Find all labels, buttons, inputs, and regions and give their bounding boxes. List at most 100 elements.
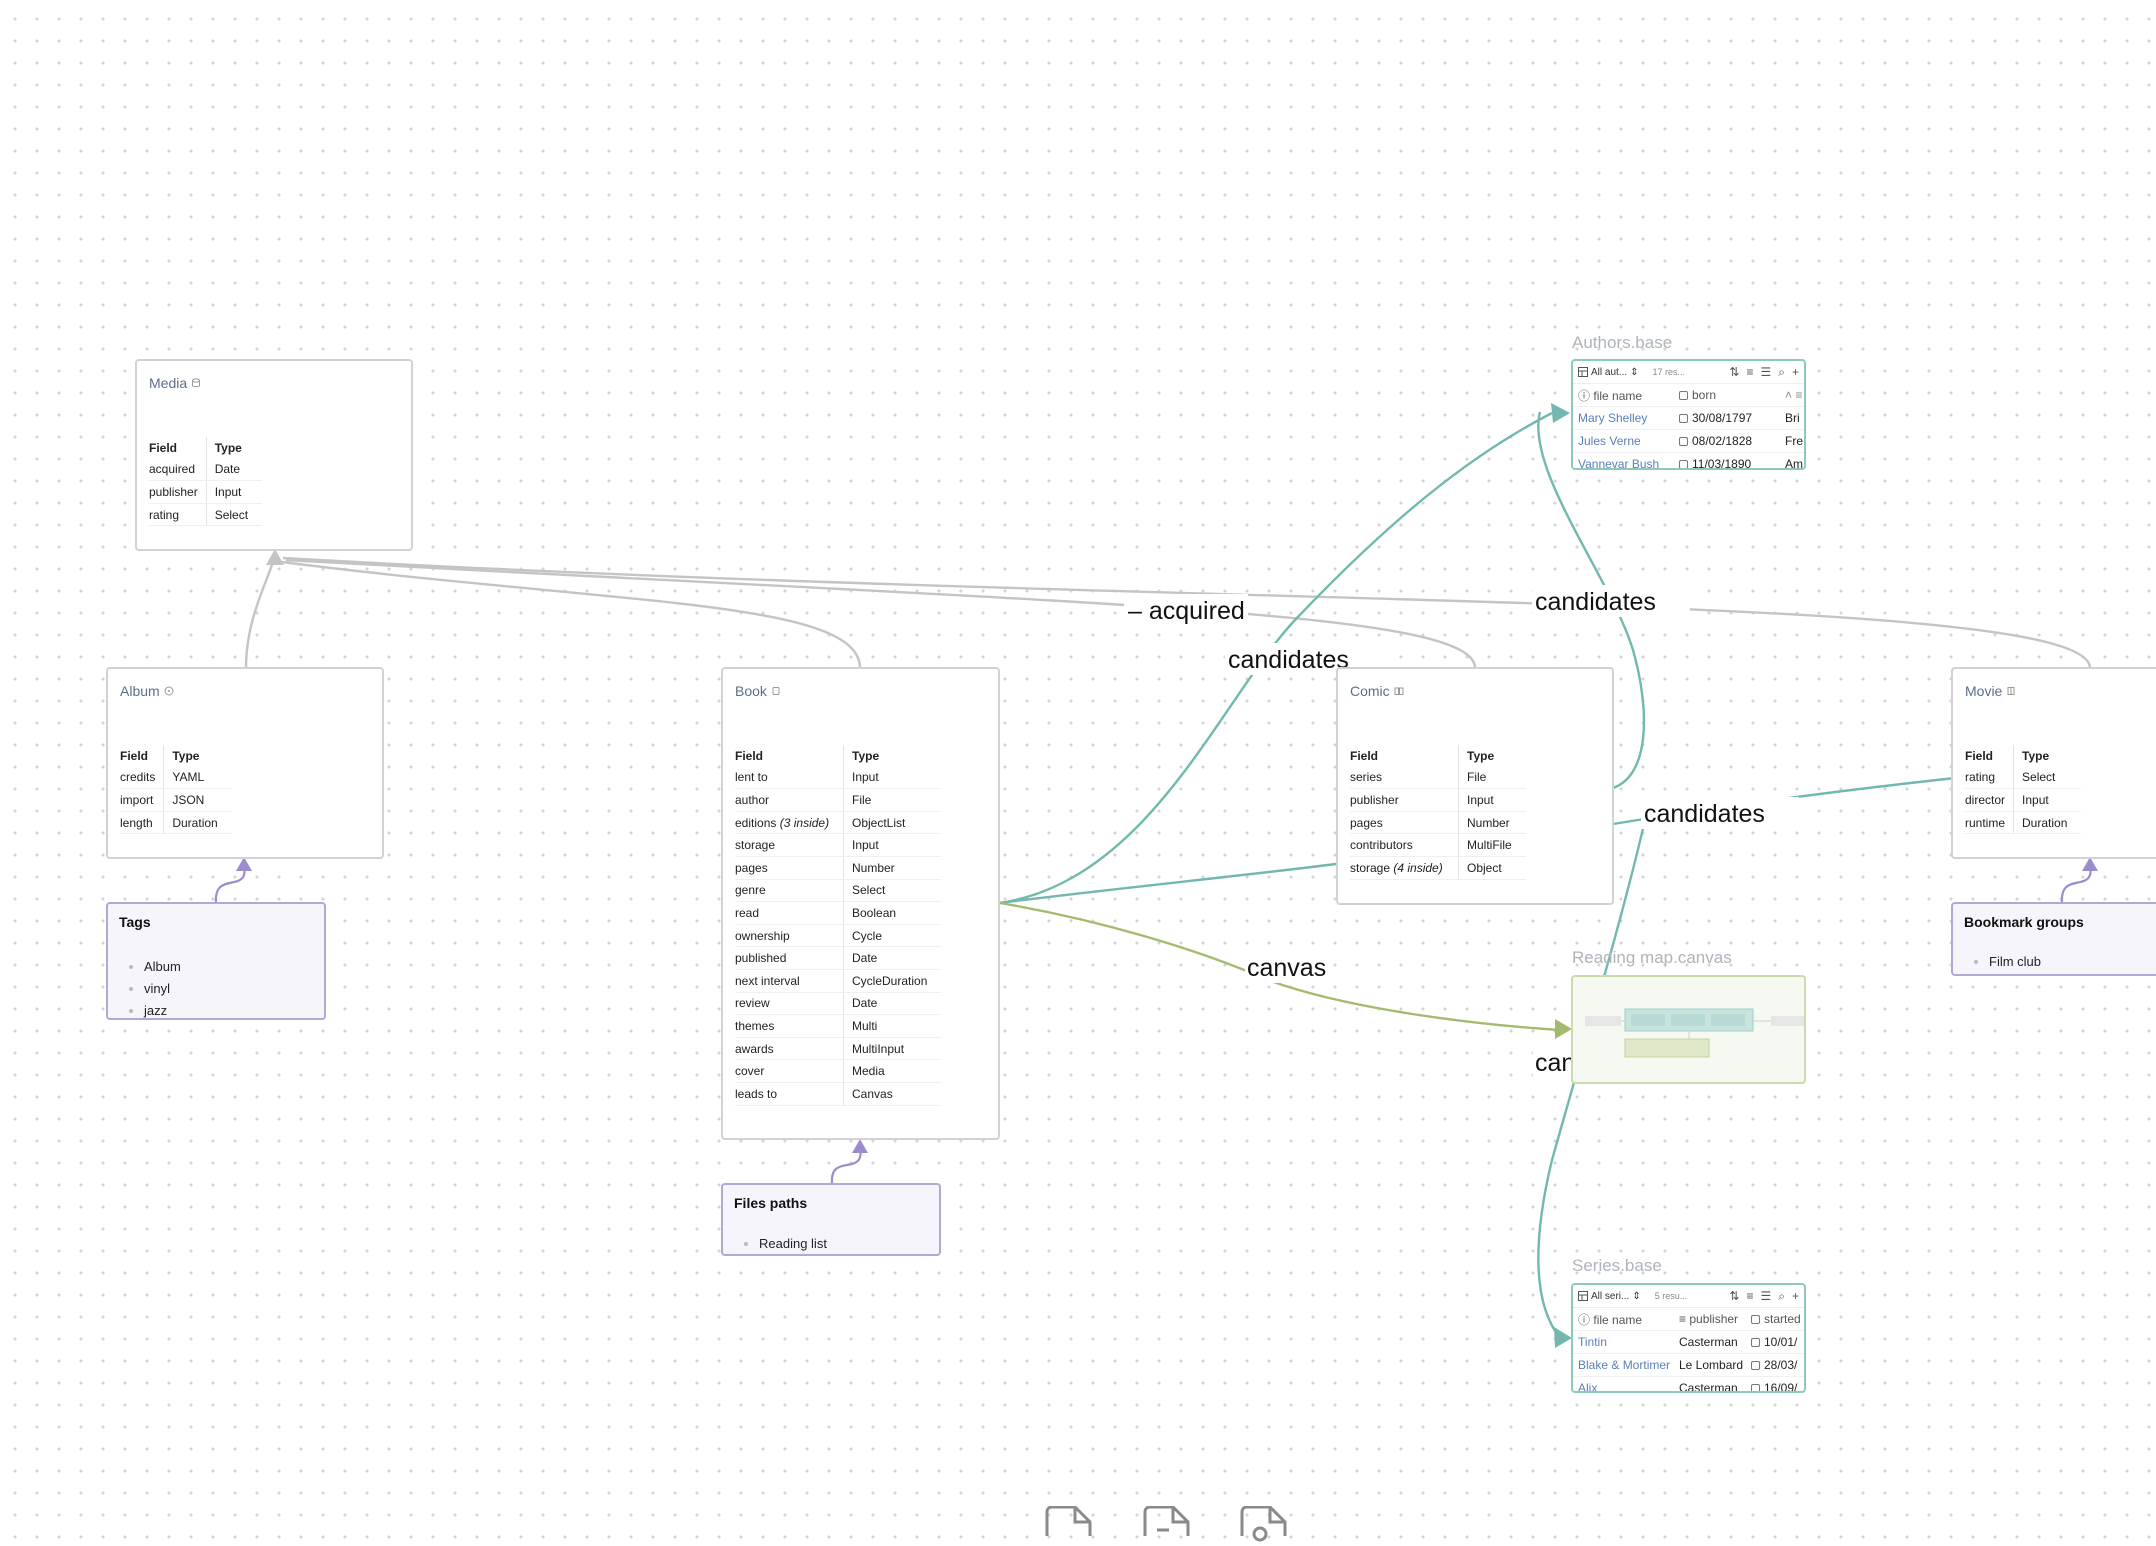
table-row[interactable]: Mary Shelley 30/08/1797 Bri [1573, 406, 1804, 429]
field-type: File [843, 788, 942, 812]
series-name[interactable]: Tintin [1573, 1335, 1677, 1349]
view-selector[interactable]: All seri... ⇕ [1578, 1291, 1641, 1302]
table-row[interactable]: Tintin Casterman 10/01/ [1573, 1330, 1804, 1353]
date-value: 16/09/ [1764, 1381, 1798, 1393]
add-icon[interactable]: + [1792, 365, 1799, 380]
file-minus-icon[interactable] [1143, 1506, 1193, 1546]
search-icon[interactable]: ⌕ [1778, 365, 1785, 380]
table-row: publisher Input [1350, 788, 1526, 812]
edge-bookmarks-movie [2060, 863, 2092, 903]
authors-base-embed[interactable]: All aut... ⇕ 17 res... ⇅ ≡ ☰ ⌕ + ⓘ file … [1571, 359, 1806, 470]
book-icon [772, 687, 780, 695]
sort-icon[interactable]: ⇅ [1729, 365, 1739, 380]
author-born: 08/02/1828 [1677, 434, 1785, 448]
field-type: Select [2013, 766, 2082, 790]
view-name: All aut... [1591, 366, 1628, 378]
field-name: read [735, 901, 844, 925]
table-row: pages Number [735, 856, 942, 880]
field-type: Number [1458, 811, 1526, 835]
table-row: leads to Canvas [735, 1082, 942, 1106]
view-name: All seri... [1591, 1290, 1630, 1302]
calendar-icon [1751, 1315, 1760, 1324]
book-card[interactable]: Book Field Type lent to Input author File e… [721, 667, 1000, 1140]
field-name: ownership [735, 924, 844, 948]
author-born: 30/08/1797 [1677, 411, 1785, 425]
author-name[interactable]: Jules Verne [1573, 434, 1677, 448]
field-name: lent to [735, 766, 844, 790]
list-item: Film club [1965, 951, 2041, 973]
table-row[interactable]: Jules Verne 08/02/1828 Fre [1573, 429, 1804, 452]
author-name[interactable]: Mary Shelley [1573, 411, 1677, 425]
comic-card[interactable]: Comic Field Type series File publisher Inpu… [1336, 667, 1614, 905]
film-icon [2007, 687, 2015, 695]
edge-label-acquired: – acquired [1128, 597, 1245, 625]
field-type: Date [843, 946, 942, 970]
field-header: Field [149, 437, 207, 459]
authors-column-headers: ⓘ file name born ˄ ≡ [1573, 384, 1804, 406]
add-icon[interactable]: + [1792, 1289, 1799, 1304]
field-name: rating [1965, 766, 2015, 790]
series-name[interactable]: Alix [1573, 1381, 1677, 1391]
date-value: 30/08/1797 [1692, 411, 1753, 425]
table-row: next interval CycleDuration [735, 969, 942, 993]
table-row[interactable]: Blake & Mortimer Le Lombard 28/03/ [1573, 1353, 1804, 1376]
file-search-icon[interactable] [1240, 1506, 1290, 1546]
files-paths-note[interactable]: Files paths Reading list [721, 1183, 941, 1256]
bookmark-groups-note[interactable]: Bookmark groups Film club [1951, 902, 2156, 976]
media-card[interactable]: Media Field Type acquired Date publisher In… [135, 359, 413, 551]
properties-icon[interactable]: ☰ [1760, 1289, 1771, 1304]
column-label: publisher [1689, 1312, 1739, 1326]
chevron-up-icon[interactable]: ˄ [1785, 388, 1792, 402]
author-extra: Bri [1785, 411, 1800, 425]
series-name[interactable]: Blake & Mortimer [1573, 1358, 1677, 1372]
album-card[interactable]: Album Field Type credits YAML import JSON l… [106, 667, 384, 859]
table-icon [1578, 1291, 1588, 1301]
table-row: themes Multi [735, 1014, 942, 1038]
field-name-text: storage [1350, 860, 1391, 875]
field-name: review [735, 992, 844, 1016]
column-started[interactable]: started [1751, 1312, 1804, 1326]
table-row: lent to Input [735, 766, 942, 790]
table-row: awards MultiInput [735, 1037, 942, 1061]
properties-icon[interactable]: ☰ [1760, 365, 1771, 380]
field-type: Date [206, 458, 263, 482]
filter-icon[interactable]: ≡ [1746, 365, 1753, 380]
series-base-embed[interactable]: All seri... ⇕ 5 resu... ⇅ ≡ ☰ ⌕ + ⓘ file… [1571, 1283, 1806, 1393]
file-icon[interactable] [1045, 1506, 1095, 1546]
sort-icon[interactable]: ⇅ [1729, 1289, 1739, 1304]
field-header: Field [1350, 745, 1459, 767]
field-type: Duration [163, 811, 232, 835]
table-row: pages Number [1350, 811, 1526, 835]
table-row[interactable]: Vannevar Bush 11/03/1890 Am [1573, 452, 1804, 468]
column-publisher[interactable]: ≡ publisher [1677, 1312, 1751, 1326]
tags-note[interactable]: Tags Album vinyl jazz [106, 902, 326, 1020]
tags-note-title: Tags [119, 914, 151, 930]
album-fields-table: Field Type credits YAML import JSON length D… [120, 745, 232, 835]
table-row: director Input [1965, 788, 2082, 812]
field-type: Input [1458, 788, 1526, 812]
column-born[interactable]: born [1677, 388, 1785, 402]
chevron-up-down-icon: ⇕ [1632, 1290, 1641, 1302]
calendar-icon [1751, 1384, 1760, 1391]
table-row: editions (3 inside) ObjectList [735, 811, 942, 835]
table-row: genre Select [735, 879, 942, 903]
date-value: 28/03/ [1764, 1358, 1798, 1372]
table-row: contributors MultiFile [1350, 833, 1526, 857]
field-type: Cycle [843, 924, 942, 948]
column-file-name[interactable]: ⓘ file name [1573, 1311, 1677, 1328]
field-name: import [120, 788, 165, 812]
view-selector[interactable]: All aut... ⇕ [1578, 367, 1639, 378]
column-file-name[interactable]: ⓘ file name [1573, 387, 1677, 404]
edge-label-candidates-book: candidates [1228, 646, 1349, 674]
list-item: jazz [120, 1000, 181, 1022]
field-header: Field [1965, 745, 2015, 767]
field-type: File [1458, 766, 1526, 790]
reading-map-canvas-embed[interactable] [1571, 975, 1807, 1084]
table-row[interactable]: Alix Casterman 16/09/ [1573, 1376, 1804, 1393]
edge-book-media [281, 560, 862, 669]
filter-icon[interactable]: ≡ [1746, 1289, 1753, 1304]
search-icon[interactable]: ⌕ [1778, 1289, 1785, 1304]
movie-card[interactable]: Movie Field Type rating Select director Inp… [1951, 667, 2156, 859]
align-icon[interactable]: ≡ [1795, 388, 1802, 402]
author-name[interactable]: Vannevar Bush [1573, 457, 1677, 468]
